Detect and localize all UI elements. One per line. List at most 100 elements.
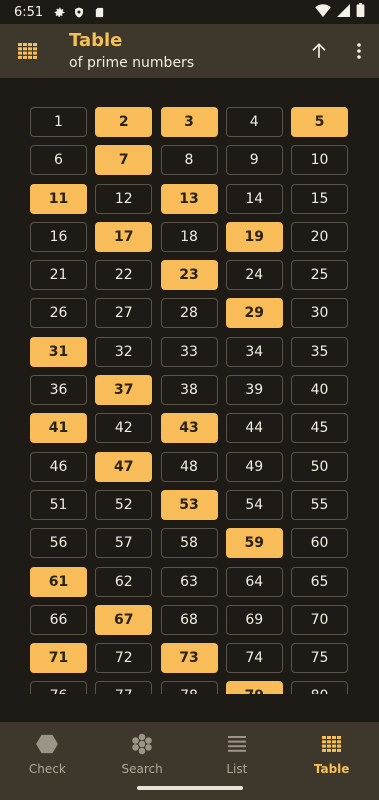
nav-label-table: Table: [313, 762, 350, 776]
number-cell[interactable]: 25: [291, 260, 348, 291]
more-vert-icon: [357, 43, 361, 59]
number-cell[interactable]: 36: [30, 375, 87, 406]
number-cell[interactable]: 64: [225, 566, 283, 597]
number-cell[interactable]: 70: [291, 604, 348, 635]
number-cell[interactable]: 14: [225, 183, 283, 214]
number-cell[interactable]: 80: [291, 681, 348, 694]
scroll-to-top-button[interactable]: [299, 31, 339, 71]
number-cell[interactable]: 62: [95, 566, 153, 597]
number-cell[interactable]: 63: [160, 566, 218, 597]
number-cell[interactable]: 1: [30, 107, 87, 137]
number-cell[interactable]: 18: [160, 221, 218, 252]
number-cell[interactable]: 12: [95, 183, 153, 214]
number-cell[interactable]: 56: [30, 528, 87, 559]
number-cell[interactable]: 52: [95, 489, 153, 520]
number-cell[interactable]: 6: [30, 145, 87, 176]
number-cell[interactable]: 24: [225, 260, 283, 291]
prime-cell[interactable]: 59: [225, 528, 283, 559]
number-cell[interactable]: 34: [225, 336, 283, 367]
number-cell[interactable]: 33: [160, 336, 218, 367]
number-cell[interactable]: 21: [30, 260, 87, 291]
number-cell[interactable]: 39: [225, 375, 283, 406]
app-bar: Table of prime numbers: [0, 24, 379, 78]
number-cell[interactable]: 26: [30, 298, 87, 329]
number-cell[interactable]: 69: [225, 604, 283, 635]
home-indicator[interactable]: [137, 786, 243, 790]
number-cell[interactable]: 77: [95, 681, 153, 694]
nav-item-table[interactable]: Table: [284, 722, 379, 800]
prime-cell[interactable]: 23: [160, 260, 218, 291]
prime-cell[interactable]: 53: [160, 489, 218, 520]
number-cell[interactable]: 54: [225, 489, 283, 520]
prime-cell[interactable]: 43: [160, 413, 218, 444]
nav-label-list: List: [226, 762, 248, 776]
more-options-button[interactable]: [339, 31, 379, 71]
number-cell[interactable]: 9: [225, 145, 283, 176]
number-cell[interactable]: 55: [291, 489, 348, 520]
number-cell[interactable]: 72: [95, 643, 153, 674]
number-cell[interactable]: 20: [291, 221, 348, 252]
app-grid-icon: [0, 24, 56, 78]
page-title: Table: [69, 30, 123, 51]
number-cell[interactable]: 57: [95, 528, 153, 559]
prime-cell[interactable]: 3: [160, 107, 218, 137]
number-cell[interactable]: 46: [30, 451, 87, 482]
prime-cell[interactable]: 17: [95, 221, 153, 252]
number-cell[interactable]: 76: [30, 681, 87, 694]
number-cell[interactable]: 75: [291, 643, 348, 674]
prime-cell[interactable]: 7: [95, 145, 153, 176]
number-cell[interactable]: 68: [160, 604, 218, 635]
prime-cell[interactable]: 61: [30, 566, 87, 597]
prime-cell[interactable]: 79: [225, 681, 283, 694]
number-cell[interactable]: 48: [160, 451, 218, 482]
prime-cell[interactable]: 11: [30, 183, 87, 214]
number-cell[interactable]: 28: [160, 298, 218, 329]
grid-icon: [321, 733, 342, 755]
number-cell[interactable]: 16: [30, 221, 87, 252]
prime-cell[interactable]: 2: [95, 107, 153, 137]
battery-icon: [356, 3, 365, 21]
flower-icon: [131, 733, 153, 755]
prime-table-area[interactable]: 1 2 3 4 5 6 7 8 9 10 11 12 13 14 15 16 17 18 19 20 21 22 23 24 2…: [0, 78, 379, 694]
number-cell[interactable]: 78: [160, 681, 218, 694]
prime-cell[interactable]: 19: [225, 221, 283, 252]
prime-cell[interactable]: 5: [291, 107, 348, 137]
number-cell[interactable]: 65: [291, 566, 348, 597]
number-cell[interactable]: 58: [160, 528, 218, 559]
list-icon: [227, 733, 246, 755]
number-cell[interactable]: 74: [225, 643, 283, 674]
number-cell[interactable]: 50: [291, 451, 348, 482]
number-cell[interactable]: 30: [291, 298, 348, 329]
prime-cell[interactable]: 29: [225, 298, 283, 329]
prime-cell[interactable]: 73: [160, 643, 218, 674]
settings-gear-icon: [51, 5, 67, 19]
number-cell[interactable]: 8: [160, 145, 218, 176]
number-cell[interactable]: 32: [95, 336, 153, 367]
number-cell[interactable]: 42: [95, 413, 153, 444]
number-cell[interactable]: 38: [160, 375, 218, 406]
prime-cell[interactable]: 31: [30, 336, 87, 367]
number-cell[interactable]: 60: [291, 528, 348, 559]
shield-icon: [71, 5, 87, 19]
arrow-up-icon: [312, 43, 326, 58]
wifi-icon: [315, 3, 331, 21]
number-cell[interactable]: 4: [225, 107, 283, 137]
prime-cell[interactable]: 41: [30, 413, 87, 444]
number-cell[interactable]: 40: [291, 375, 348, 406]
number-cell[interactable]: 22: [95, 260, 153, 291]
number-cell[interactable]: 49: [225, 451, 283, 482]
number-cell[interactable]: 27: [95, 298, 153, 329]
prime-cell[interactable]: 13: [160, 183, 218, 214]
number-cell[interactable]: 51: [30, 489, 87, 520]
prime-cell[interactable]: 67: [95, 604, 153, 635]
prime-cell[interactable]: 71: [30, 643, 87, 674]
prime-cell[interactable]: 47: [95, 451, 153, 482]
number-cell[interactable]: 10: [291, 145, 348, 176]
number-cell[interactable]: 45: [291, 413, 348, 444]
prime-cell[interactable]: 37: [95, 375, 153, 406]
number-cell[interactable]: 44: [225, 413, 283, 444]
number-cell[interactable]: 15: [291, 183, 348, 214]
number-cell[interactable]: 66: [30, 604, 87, 635]
number-cell[interactable]: 35: [291, 336, 348, 367]
nav-item-check[interactable]: Check: [0, 722, 95, 800]
